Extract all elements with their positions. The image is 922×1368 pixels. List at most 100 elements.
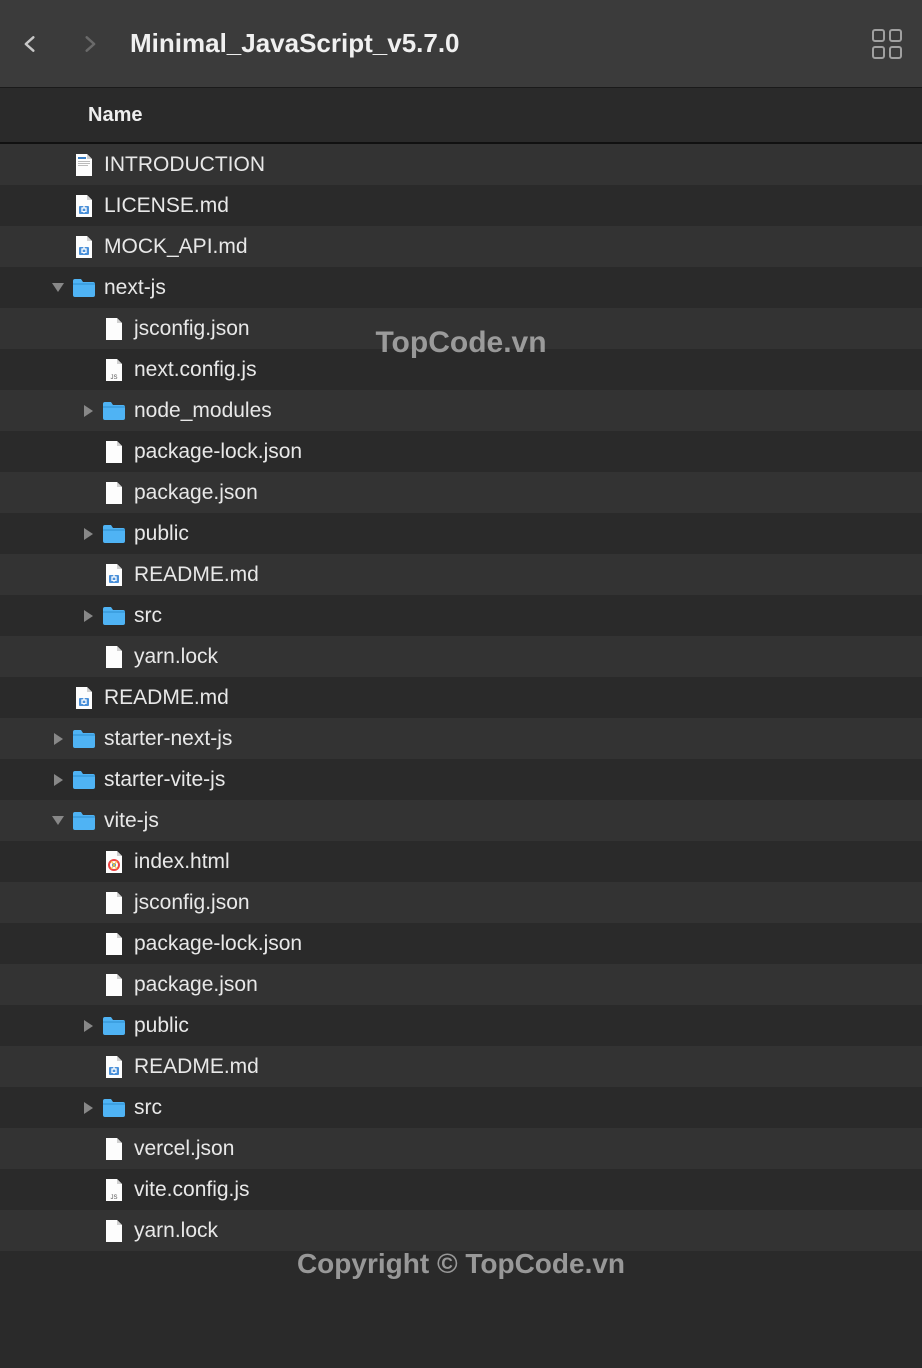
file-label: vite.config.js [134, 1178, 250, 1202]
folder-wrap [72, 809, 96, 833]
file-row[interactable]: public [0, 1005, 922, 1046]
file-row[interactable]: LICENSE.md [0, 185, 922, 226]
toolbar: Minimal_JavaScript_v5.7.0 [0, 0, 922, 88]
forward-button[interactable] [80, 34, 100, 54]
file-row[interactable]: package-lock.json [0, 923, 922, 964]
file-row[interactable]: public [0, 513, 922, 554]
file-label: index.html [134, 850, 230, 874]
chevron-right-icon [84, 528, 93, 540]
file-md-wrap [72, 235, 96, 259]
file-row[interactable]: node_modules [0, 390, 922, 431]
folder-icon [102, 401, 126, 421]
file-label: INTRODUCTION [104, 153, 265, 177]
file-generic-wrap [72, 153, 96, 177]
chevron-down-icon [52, 816, 64, 825]
disclosure-triangle[interactable] [48, 816, 68, 825]
file-row[interactable]: package.json [0, 964, 922, 1005]
markdown-file-icon [74, 235, 94, 259]
markdown-file-icon [74, 194, 94, 218]
nav-arrows [20, 34, 100, 54]
window-title: Minimal_JavaScript_v5.7.0 [130, 28, 460, 59]
file-label: README.md [134, 1055, 259, 1079]
file-label: starter-vite-js [104, 768, 225, 792]
file-icon [104, 973, 124, 997]
file-label: node_modules [134, 399, 272, 423]
file-row[interactable]: starter-next-js [0, 718, 922, 759]
disclosure-triangle[interactable] [78, 405, 98, 417]
chevron-right-icon [54, 774, 63, 786]
folder-icon [102, 524, 126, 544]
disclosure-triangle[interactable] [78, 1020, 98, 1032]
folder-icon [102, 1016, 126, 1036]
file-md-wrap [102, 1055, 126, 1079]
file-wrap [102, 973, 126, 997]
folder-icon [72, 278, 96, 298]
file-icon [104, 440, 124, 464]
file-row[interactable]: jsconfig.json [0, 882, 922, 923]
file-label: next-js [104, 276, 166, 300]
file-label: package.json [134, 481, 258, 505]
file-label: MOCK_API.md [104, 235, 248, 259]
file-html-wrap [102, 850, 126, 874]
disclosure-triangle[interactable] [78, 610, 98, 622]
file-wrap [102, 481, 126, 505]
file-label: package-lock.json [134, 440, 302, 464]
js-file-icon: JS [104, 1178, 124, 1202]
chevron-right-icon [84, 405, 93, 417]
file-row[interactable]: JSnext.config.js [0, 349, 922, 390]
file-row[interactable]: package.json [0, 472, 922, 513]
file-icon [104, 1219, 124, 1243]
chevron-right-icon [84, 610, 93, 622]
file-row[interactable]: yarn.lock [0, 1210, 922, 1251]
file-label: README.md [134, 563, 259, 587]
folder-wrap [102, 522, 126, 546]
file-row[interactable]: src [0, 595, 922, 636]
markdown-file-icon [104, 1055, 124, 1079]
file-md-wrap [102, 563, 126, 587]
folder-icon [72, 770, 96, 790]
file-row[interactable]: MOCK_API.md [0, 226, 922, 267]
file-md-wrap [72, 686, 96, 710]
file-label: next.config.js [134, 358, 257, 382]
disclosure-triangle[interactable] [78, 1102, 98, 1114]
markdown-file-icon [74, 686, 94, 710]
file-row[interactable]: INTRODUCTION [0, 144, 922, 185]
disclosure-triangle[interactable] [78, 528, 98, 540]
chevron-down-icon [52, 283, 64, 292]
file-icon [104, 645, 124, 669]
file-wrap [102, 932, 126, 956]
file-label: starter-next-js [104, 727, 232, 751]
disclosure-triangle[interactable] [48, 774, 68, 786]
folder-wrap [102, 604, 126, 628]
disclosure-triangle[interactable] [48, 283, 68, 292]
chevron-right-icon [84, 1020, 93, 1032]
generic-file-icon [74, 153, 94, 177]
disclosure-triangle[interactable] [48, 733, 68, 745]
file-icon [104, 1137, 124, 1161]
file-row[interactable]: starter-vite-js [0, 759, 922, 800]
file-row[interactable]: README.md [0, 1046, 922, 1087]
file-row[interactable]: next-js [0, 267, 922, 308]
file-label: public [134, 1014, 189, 1038]
file-label: yarn.lock [134, 1219, 218, 1243]
file-row[interactable]: jsconfig.json [0, 308, 922, 349]
file-row[interactable]: yarn.lock [0, 636, 922, 677]
folder-wrap [102, 1014, 126, 1038]
file-label: package.json [134, 973, 258, 997]
file-icon [104, 932, 124, 956]
file-label: src [134, 1096, 162, 1120]
file-label: jsconfig.json [134, 891, 250, 915]
file-label: README.md [104, 686, 229, 710]
column-header[interactable]: Name [0, 88, 922, 144]
file-row[interactable]: README.md [0, 677, 922, 718]
back-button[interactable] [20, 34, 40, 54]
file-row[interactable]: package-lock.json [0, 431, 922, 472]
view-grid-icon[interactable] [872, 29, 902, 59]
file-row[interactable]: README.md [0, 554, 922, 595]
file-row[interactable]: index.html [0, 841, 922, 882]
file-label: public [134, 522, 189, 546]
file-row[interactable]: vite-js [0, 800, 922, 841]
file-row[interactable]: JS vite.config.js [0, 1169, 922, 1210]
file-row[interactable]: src [0, 1087, 922, 1128]
file-row[interactable]: vercel.json [0, 1128, 922, 1169]
